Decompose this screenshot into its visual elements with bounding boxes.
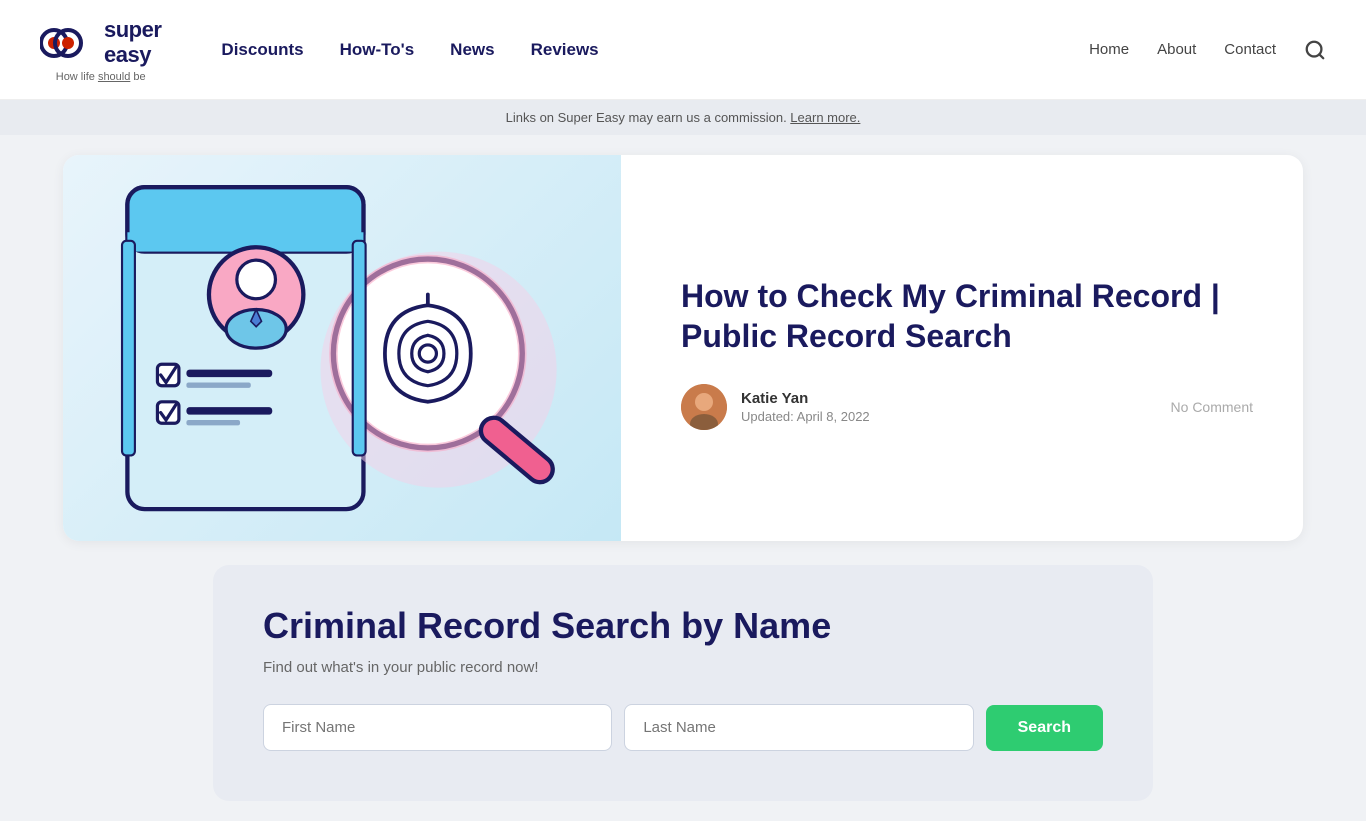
- header-right: Home About Contact: [1089, 39, 1326, 61]
- article-illustration: [63, 155, 621, 541]
- author-row: Katie Yan Updated: April 8, 2022 No Comm…: [681, 384, 1253, 430]
- logo-easy-text: easy: [104, 43, 161, 67]
- search-form: Search: [263, 704, 1103, 751]
- search-button[interactable]: [1304, 39, 1326, 61]
- comment-count: No Comment: [1171, 399, 1253, 415]
- site-logo[interactable]: super easy How life should be: [40, 17, 161, 83]
- article-info: How to Check My Criminal Record | Public…: [621, 155, 1303, 541]
- avatar: [681, 384, 727, 430]
- author-info: Katie Yan Updated: April 8, 2022: [681, 384, 870, 430]
- nav-about[interactable]: About: [1157, 41, 1196, 58]
- logo-icon: [40, 17, 100, 69]
- search-icon: [1304, 39, 1326, 61]
- last-name-input[interactable]: [624, 704, 973, 751]
- author-avatar-image: [681, 384, 727, 430]
- logo-mark: super easy: [40, 17, 161, 69]
- article-image: [63, 155, 621, 541]
- commission-bar: Links on Super Easy may earn us a commis…: [0, 100, 1366, 135]
- main-nav: Discounts How-To's News Reviews: [221, 40, 598, 60]
- author-details: Katie Yan Updated: April 8, 2022: [741, 390, 870, 424]
- nav-howtos[interactable]: How-To's: [340, 40, 415, 60]
- nav-reviews[interactable]: Reviews: [531, 40, 599, 60]
- search-widget-title: Criminal Record Search by Name: [263, 605, 1103, 647]
- first-name-input[interactable]: [263, 704, 612, 751]
- search-widget-subtitle: Find out what's in your public record no…: [263, 659, 1103, 676]
- article-card: How to Check My Criminal Record | Public…: [63, 155, 1303, 541]
- nav-news[interactable]: News: [450, 40, 494, 60]
- logo-tagline: How life should be: [56, 71, 146, 83]
- commission-text-pre: Links on Super Easy may earn us a commis…: [506, 110, 791, 125]
- author-date: Updated: April 8, 2022: [741, 409, 870, 424]
- search-section: Criminal Record Search by Name Find out …: [213, 565, 1153, 801]
- article-title: How to Check My Criminal Record | Public…: [681, 276, 1253, 356]
- main-content: How to Check My Criminal Record | Public…: [33, 155, 1333, 801]
- nav-contact[interactable]: Contact: [1224, 41, 1276, 58]
- nav-discounts[interactable]: Discounts: [221, 40, 303, 60]
- nav-home[interactable]: Home: [1089, 41, 1129, 58]
- search-submit-button[interactable]: Search: [986, 705, 1103, 751]
- logo-super-text: super: [104, 18, 161, 42]
- logo-text: super easy: [104, 18, 161, 66]
- site-header: super easy How life should be Discounts …: [0, 0, 1366, 100]
- logo-tagline-should: should: [98, 71, 130, 83]
- header-left: super easy How life should be Discounts …: [40, 17, 599, 83]
- author-name: Katie Yan: [741, 390, 870, 407]
- commission-learn-more[interactable]: Learn more.: [790, 110, 860, 125]
